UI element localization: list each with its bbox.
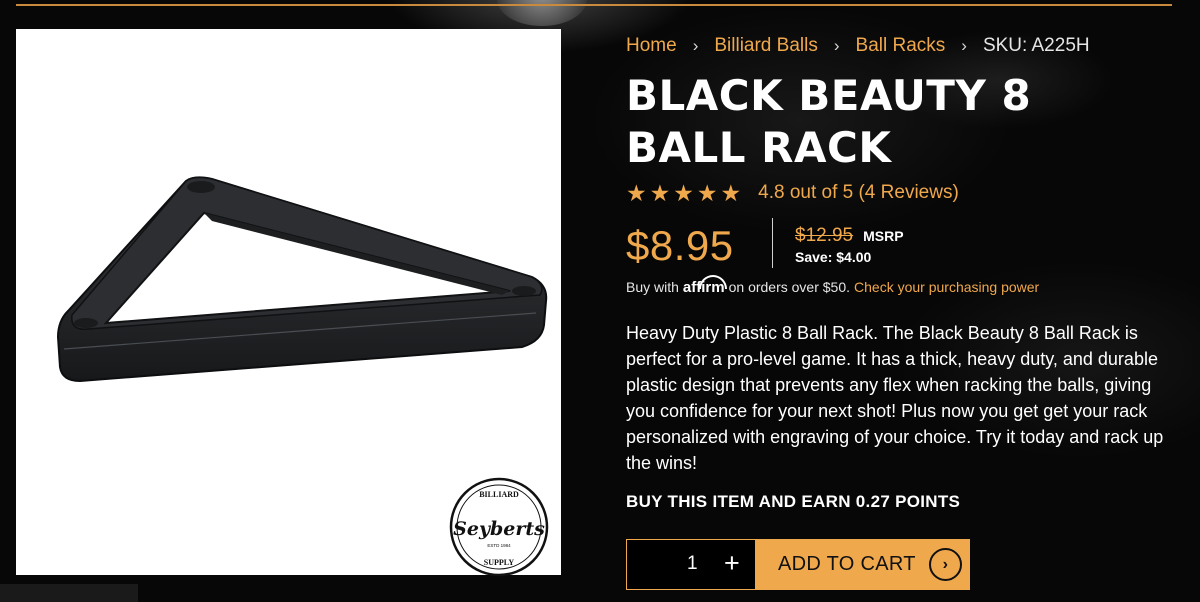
product-rating[interactable]: ★ ★ ★ ★ ★ 4.8 out of 5 (4 Reviews) bbox=[626, 181, 959, 205]
msrp-price: $12.95 bbox=[795, 225, 854, 246]
chevron-right-icon: › bbox=[961, 36, 967, 55]
star-icon: ★ bbox=[626, 180, 647, 206]
add-to-cart-label: ADD TO CART bbox=[778, 553, 916, 575]
cart-row: 1 + ADD TO CART › bbox=[626, 539, 970, 590]
chevron-right-icon: › bbox=[833, 36, 840, 55]
quantity-value[interactable]: 1 bbox=[687, 553, 698, 575]
breadcrumb: Home › Billiard Balls › Ball Racks › SKU… bbox=[626, 35, 1090, 57]
affirm-prefix: Buy with bbox=[626, 279, 679, 295]
star-icon: ★ bbox=[673, 180, 694, 206]
chevron-right-icon: › bbox=[692, 36, 699, 55]
breadcrumb-billiard-balls[interactable]: Billiard Balls bbox=[714, 35, 817, 57]
affirm-logo: affirm bbox=[683, 275, 727, 296]
svg-text:ESTD 1984: ESTD 1984 bbox=[487, 543, 511, 548]
price-row: $8.95 $12.95 MSRP Save: $4.00 bbox=[626, 218, 904, 274]
svg-text:BILLIARD: BILLIARD bbox=[479, 490, 519, 499]
msrp-label: MSRP bbox=[863, 228, 904, 244]
bottom-tab[interactable] bbox=[0, 584, 138, 602]
price-divider bbox=[772, 218, 773, 268]
product-title: Black Beauty 8 Ball Rack bbox=[626, 71, 1032, 172]
plus-icon[interactable]: + bbox=[724, 548, 740, 578]
affirm-suffix: on orders over $50. bbox=[728, 279, 851, 295]
quantity-stepper[interactable]: 1 + bbox=[626, 539, 756, 590]
breadcrumb-home[interactable]: Home bbox=[626, 35, 677, 57]
star-icon: ★ bbox=[720, 180, 742, 206]
seyberts-logo: BILLIARD Seyberts ESTD 1984 SUPPLY bbox=[449, 477, 549, 577]
product-description: Heavy Duty Plastic 8 Ball Rack. The Blac… bbox=[626, 323, 1164, 473]
rating-text[interactable]: 4.8 out of 5 (4 Reviews) bbox=[758, 182, 959, 204]
price-meta: $12.95 MSRP Save: $4.00 bbox=[795, 218, 904, 265]
reward-points: BUY THIS ITEM AND EARN 0.27 POINTS bbox=[626, 492, 961, 511]
rating-stars: ★ ★ ★ ★ ★ bbox=[626, 181, 741, 205]
svg-text:SUPPLY: SUPPLY bbox=[484, 558, 515, 567]
svg-text:Seyberts: Seyberts bbox=[453, 518, 545, 540]
sale-price: $8.95 bbox=[626, 222, 734, 269]
breadcrumb-sku: SKU: A225H bbox=[982, 35, 1090, 56]
star-icon: ★ bbox=[696, 180, 718, 206]
header-divider bbox=[16, 4, 1172, 6]
add-to-cart-button[interactable]: ADD TO CART › bbox=[756, 539, 970, 590]
affirm-promo: Buy with affirm on orders over $50. Chec… bbox=[626, 275, 1039, 296]
save-amount: Save: $4.00 bbox=[795, 249, 872, 265]
arrow-right-circle-icon: › bbox=[928, 548, 962, 581]
breadcrumb-ball-racks[interactable]: Ball Racks bbox=[856, 35, 946, 57]
product-image-panel[interactable]: BILLIARD Seyberts ESTD 1984 SUPPLY bbox=[16, 29, 561, 577]
affirm-check-link[interactable]: Check your purchasing power bbox=[854, 279, 1039, 295]
star-icon: ★ bbox=[649, 180, 671, 206]
